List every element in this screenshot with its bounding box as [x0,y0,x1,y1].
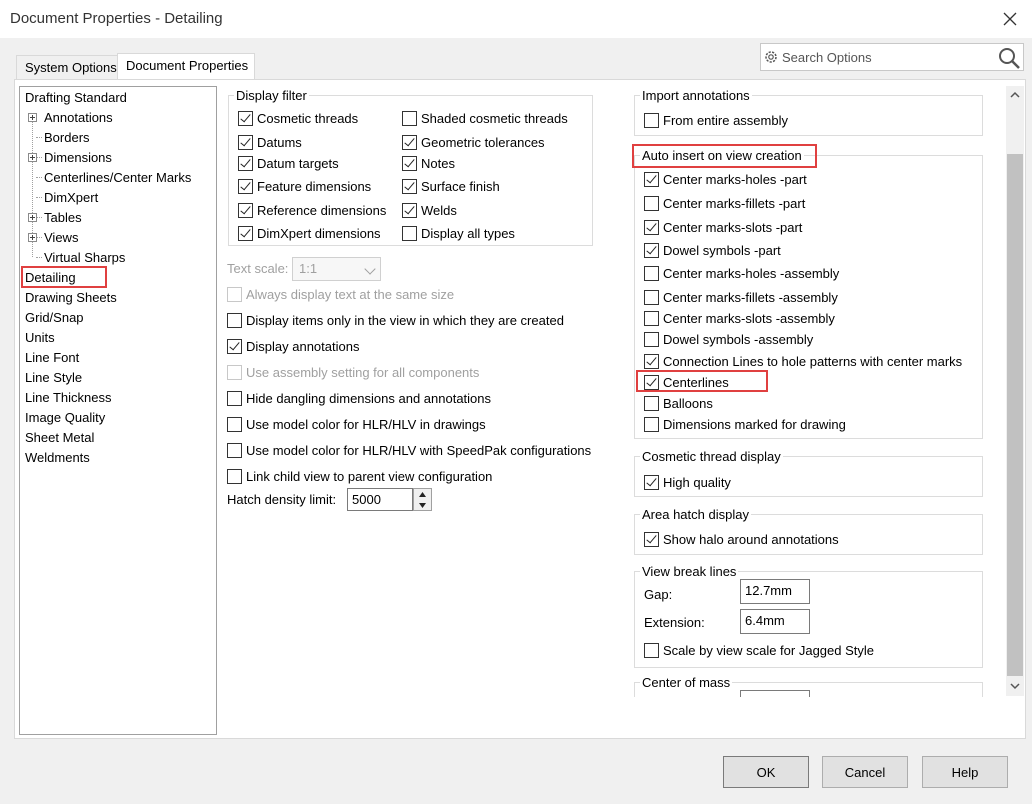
hatch-density-stepper[interactable] [413,488,432,511]
checkbox-dowel-symbols-part[interactable]: Dowel symbols -part [644,241,781,259]
tree-item-dimensions[interactable]: Dimensions [44,149,112,167]
text-scale-select[interactable]: 1:1 [292,257,381,281]
chevron-down-icon[interactable] [1010,682,1020,690]
text-scale-label: Text scale: [227,261,289,276]
tree-item-image-quality[interactable]: Image Quality [25,409,105,427]
checkbox-connection-lines[interactable]: Connection Lines to hole patterns with c… [644,352,962,370]
checkbox-show-halo[interactable]: Show halo around annotations [644,530,839,548]
checkbox-center-marks-fillets-part[interactable]: Center marks-fillets -part [644,194,805,212]
checkbox-center-marks-fillets-assembly[interactable]: Center marks-fillets -assembly [644,288,838,306]
checkbox-high-quality[interactable]: High quality [644,473,731,491]
options-tree[interactable]: Drafting Standard Annotations Borders Di… [19,86,217,735]
tree-item-units[interactable]: Units [25,329,55,347]
checkbox-balloons[interactable]: Balloons [644,394,713,412]
tree-item-detailing[interactable]: Detailing [25,269,76,287]
checkbox-geometric-tolerances[interactable]: Geometric tolerances [402,133,545,151]
checkbox-display-all-types[interactable]: Display all types [402,224,515,242]
hatch-density-input[interactable]: 5000 [347,488,413,511]
checkbox-center-marks-holes-part[interactable]: Center marks-holes -part [644,170,807,188]
view-break-title: View break lines [640,564,739,579]
search-input[interactable]: Search Options [782,50,872,65]
spin-up-button[interactable] [414,489,431,500]
checkbox-display-annotations[interactable]: Display annotations [227,337,359,355]
options-scrollbar[interactable] [1006,86,1024,696]
checkbox-datum-targets[interactable]: Datum targets [238,154,339,172]
help-button[interactable]: Help [922,756,1008,788]
tree-item-drafting-standard[interactable]: Drafting Standard [25,89,127,107]
window-title: Document Properties - Detailing [10,10,223,27]
area-hatch-title: Area hatch display [640,507,751,522]
gap-label: Gap: [644,587,673,602]
checkbox-model-color-hlr-drawings[interactable]: Use model color for HLR/HLV in drawings [227,415,486,433]
tree-item-borders[interactable]: Borders [44,129,90,147]
checkbox-shaded-cosmetic-threads[interactable]: Shaded cosmetic threads [402,109,568,127]
checkbox-reference-dimensions[interactable]: Reference dimensions [238,201,386,219]
expand-icon[interactable] [28,113,37,122]
expand-icon[interactable] [28,153,37,162]
auto-insert-title: Auto insert on view creation [640,148,804,163]
expand-icon[interactable] [28,213,37,222]
search-box[interactable]: Search Options [760,43,1024,71]
checkbox-feature-dimensions[interactable]: Feature dimensions [238,177,371,195]
tree-item-tables[interactable]: Tables [44,209,82,227]
hatch-density-label: Hatch density limit: [227,492,337,507]
import-annotations-title: Import annotations [640,88,752,103]
tree-item-sheet-metal[interactable]: Sheet Metal [25,429,94,447]
checkbox-center-marks-slots-assembly[interactable]: Center marks-slots -assembly [644,309,835,327]
checkbox-always-display-text-same-size[interactable]: Always display text at the same size [227,285,454,303]
checkbox-center-marks-slots-part[interactable]: Center marks-slots -part [644,218,802,236]
checkbox-centerlines[interactable]: Centerlines [644,373,729,391]
search-icon[interactable] [997,46,1021,70]
tree-item-dimxpert[interactable]: DimXpert [44,189,98,207]
checkbox-use-assembly-setting[interactable]: Use assembly setting for all components [227,363,479,381]
chevron-up-icon[interactable] [1010,91,1020,99]
close-icon [1003,12,1017,26]
tree-item-line-style[interactable]: Line Style [25,369,82,387]
tree-item-grid-snap[interactable]: Grid/Snap [25,309,84,327]
display-filter-title: Display filter [234,88,309,103]
tree-item-line-font[interactable]: Line Font [25,349,79,367]
checkbox-welds[interactable]: Welds [402,201,457,219]
cosmetic-thread-title: Cosmetic thread display [640,449,783,464]
chevron-down-icon [364,263,376,275]
cancel-button[interactable]: Cancel [822,756,908,788]
triangle-up-icon [419,492,426,497]
checkbox-datums[interactable]: Datums [238,133,302,151]
checkbox-surface-finish[interactable]: Surface finish [402,177,500,195]
checkbox-display-items-only-in-view[interactable]: Display items only in the view in which … [227,311,564,329]
checkbox-notes[interactable]: Notes [402,154,455,172]
checkbox-scale-jagged-style[interactable]: Scale by view scale for Jagged Style [644,641,874,659]
tree-item-annotations[interactable]: Annotations [44,109,113,127]
checkbox-center-marks-holes-assembly[interactable]: Center marks-holes -assembly [644,264,839,282]
gap-input[interactable]: 12.7mm [740,579,810,604]
checkbox-dowel-symbols-assembly[interactable]: Dowel symbols -assembly [644,330,813,348]
spin-down-button[interactable] [414,500,431,511]
tree-item-weldments[interactable]: Weldments [25,449,90,467]
tab-document-properties[interactable]: Document Properties [117,53,255,79]
extension-label: Extension: [644,615,705,630]
scroll-thumb[interactable] [1007,154,1023,676]
tree-item-views[interactable]: Views [44,229,78,247]
checkbox-dimensions-marked-for-drawing[interactable]: Dimensions marked for drawing [644,415,846,433]
checkbox-from-entire-assembly[interactable]: From entire assembly [644,111,788,129]
tree-item-centerlines[interactable]: Centerlines/Center Marks [44,169,191,187]
tree-item-virtual-sharps[interactable]: Virtual Sharps [44,249,125,267]
extension-input[interactable]: 6.4mm [740,609,810,634]
checkbox-hide-dangling[interactable]: Hide dangling dimensions and annotations [227,389,491,407]
checkbox-link-child-view[interactable]: Link child view to parent view configura… [227,467,492,485]
center-of-mass-title: Center of mass [640,675,733,690]
checkbox-cosmetic-threads[interactable]: Cosmetic threads [238,109,358,127]
tab-system-options[interactable]: System Options [16,55,118,79]
ok-button[interactable]: OK [723,756,809,788]
scroll-clip-area [634,697,1006,737]
checkbox-model-color-hlr-speedpak[interactable]: Use model color for HLR/HLV with SpeedPa… [227,441,591,459]
gear-icon [765,51,777,63]
close-button[interactable] [996,6,1024,32]
checkbox-dimxpert-dimensions[interactable]: DimXpert dimensions [238,224,381,242]
expand-icon[interactable] [28,233,37,242]
tree-item-line-thickness[interactable]: Line Thickness [25,389,111,407]
tree-item-drawing-sheets[interactable]: Drawing Sheets [25,289,117,307]
triangle-down-icon [419,503,426,508]
